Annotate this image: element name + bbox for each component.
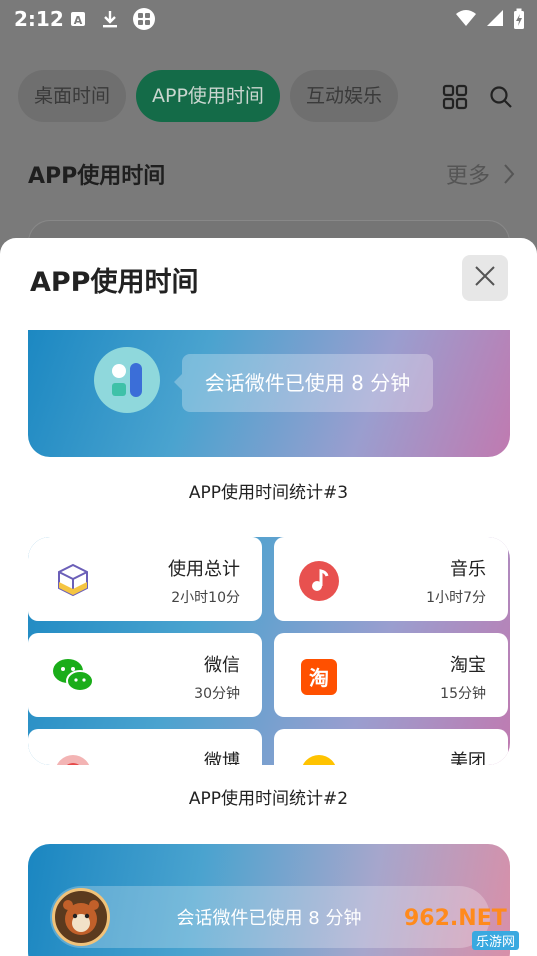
tab-interactive-entertainment[interactable]: 互动娱乐 xyxy=(289,70,398,122)
bottom-sheet: APP使用时间 会话微件已使用 8 分钟 APP使用时间统计#3 使用总计 2小… xyxy=(0,238,537,956)
section-title: APP使用时间 xyxy=(28,164,166,189)
usage-bubble: 会话微件已使用 8 分钟 xyxy=(182,354,433,412)
search-icon[interactable] xyxy=(489,85,513,113)
tile-label: 淘宝 xyxy=(450,655,486,676)
music-icon xyxy=(296,557,342,603)
close-button[interactable] xyxy=(462,255,508,301)
tile-label: 音乐 xyxy=(450,559,486,580)
tile-music: 音乐 1小时7分 xyxy=(274,537,508,621)
more-label: 更多 xyxy=(445,164,490,189)
svg-text:A: A xyxy=(74,14,83,27)
cube-icon xyxy=(50,557,96,603)
widget-preview-2[interactable]: 使用总计 2小时10分 音乐 1小时7分 微信 30分钟 淘 淘宝 15分钟 微… xyxy=(28,537,510,765)
tile-label: 美团 xyxy=(450,751,486,765)
tile-wechat: 微信 30分钟 xyxy=(28,633,262,717)
tile-value: 1小时7分 xyxy=(426,590,486,606)
status-time: 2:12 xyxy=(14,7,64,31)
tile-meituan: 美团 xyxy=(274,729,508,765)
chevron-right-icon xyxy=(503,163,515,191)
status-bar: 2:12 A xyxy=(0,0,537,38)
tab-app-usage-time[interactable]: APP使用时间 xyxy=(136,70,280,122)
app-usage-badge-icon xyxy=(94,347,160,413)
tile-label: 微博 xyxy=(204,751,240,765)
bubble-tail xyxy=(174,374,182,390)
site-watermark: 962.NET 乐游网 xyxy=(396,904,532,952)
tile-value: 2小时10分 xyxy=(171,590,240,606)
meituan-icon xyxy=(296,749,342,765)
app-dots-icon xyxy=(132,7,156,31)
watermark-brand: 962.NET xyxy=(404,906,507,931)
close-icon xyxy=(474,265,496,291)
svg-text:淘: 淘 xyxy=(309,666,329,690)
widget-preview-3[interactable]: 会话微件已使用 8 分钟 xyxy=(28,330,510,457)
taobao-icon: 淘 xyxy=(296,653,342,699)
tile-label: 微信 xyxy=(204,655,240,676)
more-link[interactable]: 更多 xyxy=(446,158,515,191)
tile-weibo: 微博 xyxy=(28,729,262,765)
sheet-title: APP使用时间 xyxy=(30,267,199,298)
widget-caption-2: APP使用时间统计#2 xyxy=(188,789,349,809)
download-icon xyxy=(100,9,120,29)
signal-icon xyxy=(485,8,505,34)
wifi-icon xyxy=(455,8,477,34)
font-a-icon: A xyxy=(68,9,88,29)
tile-total-usage: 使用总计 2小时10分 xyxy=(28,537,262,621)
tab-desktop-time[interactable]: 桌面时间 xyxy=(18,70,127,122)
wechat-icon xyxy=(50,653,96,699)
battery-charging-icon xyxy=(513,8,525,34)
weibo-icon xyxy=(50,749,96,765)
tab-bar: 桌面时间 APP使用时间 互动娱乐 xyxy=(18,70,398,122)
tile-label: 使用总计 xyxy=(168,559,240,580)
watermark-sub: 乐游网 xyxy=(472,931,520,950)
tile-taobao: 淘 淘宝 15分钟 xyxy=(274,633,508,717)
tile-value: 30分钟 xyxy=(194,686,240,702)
widget-caption-3: APP使用时间统计#3 xyxy=(188,483,349,503)
tile-value: 15分钟 xyxy=(440,686,486,702)
grid-icon[interactable] xyxy=(442,84,468,114)
